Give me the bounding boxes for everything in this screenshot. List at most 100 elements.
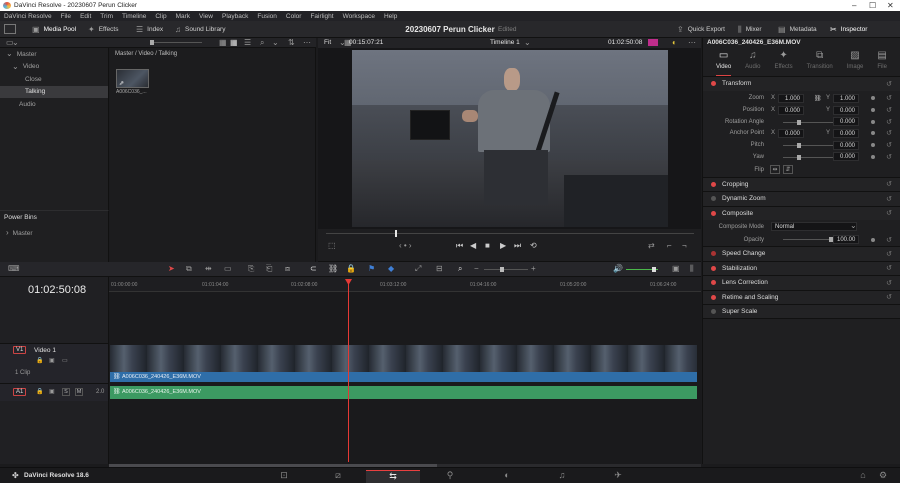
video-clip-label[interactable]: ⛓ A006C036_240426_E36M.MOV [110, 372, 697, 382]
volume-slider[interactable] [626, 267, 658, 272]
reset-icon[interactable]: ↺ [886, 180, 892, 188]
menu-item-davinci-resolve[interactable]: DaVinci Resolve [4, 13, 52, 20]
composite-mode-dropdown[interactable]: Normal [771, 222, 857, 232]
tab-effects[interactable]: ✦ Effects [774, 51, 792, 76]
menu-item-file[interactable]: File [61, 13, 71, 20]
track-name-v1[interactable]: Video 1 [34, 347, 56, 354]
grid-view-icon[interactable]: ▦ [230, 39, 238, 47]
out-point-icon[interactable]: ¬ [682, 242, 687, 250]
bin-talking[interactable]: Talking [0, 85, 108, 98]
flip-horizontal-icon[interactable]: ⇹ [770, 164, 780, 174]
video-frame[interactable] [352, 50, 668, 227]
volume-icon[interactable]: 🔊 [613, 265, 623, 273]
dim-icon[interactable]: ▣ [672, 265, 680, 273]
thumbnail-size-slider[interactable] [150, 40, 202, 45]
insert-clip-icon[interactable]: ⎘ [248, 265, 254, 273]
section-retime-scaling[interactable]: Retime and Scaling ↺ [703, 289, 900, 305]
chevron-down-icon[interactable]: ⌄ [850, 222, 857, 230]
enable-toggle-icon[interactable] [711, 210, 716, 216]
reset-icon[interactable]: ↺ [886, 118, 892, 126]
reset-icon[interactable]: ↺ [886, 250, 892, 258]
menu-item-view[interactable]: View [199, 13, 213, 20]
reset-icon[interactable]: ↺ [886, 209, 892, 217]
zoom-y-field[interactable]: 1.000 [833, 93, 859, 103]
reset-icon[interactable]: ↺ [886, 129, 892, 137]
tab-audio[interactable]: ♫ Audio [745, 51, 760, 76]
playhead[interactable] [348, 280, 349, 462]
menu-item-help[interactable]: Help [384, 13, 397, 20]
enable-toggle-icon[interactable] [711, 181, 716, 187]
tab-image[interactable]: ▨ Image [847, 51, 864, 76]
fairlight-page-icon[interactable]: ♫ [549, 470, 575, 480]
section-composite[interactable]: Composite ↺ [703, 205, 900, 221]
zoom-full-icon[interactable]: ⤢ [415, 265, 421, 273]
cut-page-icon[interactable]: ⧄ [325, 470, 351, 481]
yaw-field[interactable]: 0.000 [833, 152, 859, 162]
position-y-field[interactable]: 0.000 [833, 105, 859, 115]
trim-tool-icon[interactable]: ⧉ [186, 265, 192, 273]
menu-item-workspace[interactable]: Workspace [343, 13, 375, 20]
zoom-detail-icon[interactable]: ⊟ [436, 265, 443, 273]
search-icon[interactable]: ⌕ [260, 39, 264, 47]
minimize-icon[interactable]: – [852, 1, 856, 10]
dynamic-trim-icon[interactable]: ⇹ [205, 265, 212, 273]
section-super-scale[interactable]: Super Scale [703, 304, 900, 319]
section-speed-change[interactable]: Speed Change ↺ [703, 246, 900, 261]
bin-close[interactable]: Close [0, 73, 108, 86]
timeline-name[interactable]: Timeline 1 [490, 39, 520, 46]
audio-meter-icon[interactable]: ⫼ [690, 265, 694, 273]
quick-export-button[interactable]: ⇪ Quick Export [677, 24, 725, 35]
reset-icon[interactable]: ↺ [886, 80, 892, 88]
flip-vertical-icon[interactable]: ⇵ [783, 164, 793, 174]
section-cropping[interactable]: Cropping ↺ [703, 176, 900, 192]
section-stabilization[interactable]: Stabilization ↺ [703, 260, 900, 276]
play-reverse-icon[interactable]: ◀ [470, 242, 476, 250]
loop-icon[interactable]: ⟲ [530, 242, 537, 250]
blade-tool-icon[interactable]: ▭ [224, 265, 232, 273]
bin-audio[interactable]: Audio [0, 98, 108, 111]
enable-toggle-icon[interactable] [711, 251, 716, 257]
play-icon[interactable]: ▶ [500, 242, 506, 250]
chevron-down-icon[interactable]: ⌄ [272, 39, 279, 47]
power-bin-master[interactable]: › Master [0, 227, 108, 240]
overwrite-clip-icon[interactable]: ⎗ [266, 265, 272, 273]
zoom-fit-dropdown[interactable]: Fit [324, 39, 331, 46]
menu-item-trim[interactable]: Trim [100, 13, 113, 20]
menu-item-mark[interactable]: Mark [176, 13, 190, 20]
reset-icon[interactable]: ↺ [886, 94, 892, 102]
bin-video[interactable]: ⌄ Video [0, 61, 108, 74]
menu-item-fairlight[interactable]: Fairlight [310, 13, 333, 20]
mute-button[interactable]: M [75, 388, 83, 396]
list-view-icon[interactable]: ☰ [244, 39, 251, 47]
marker-icon[interactable]: ◆ [388, 265, 394, 273]
snapping-icon[interactable]: ⊂ [310, 265, 317, 273]
zoom-x-field[interactable]: 1.000 [778, 93, 804, 103]
options-icon[interactable]: ⋯ [303, 39, 311, 47]
timeline-zoom-slider[interactable] [484, 267, 528, 272]
section-transform[interactable]: Transform ↺ [703, 76, 900, 91]
keyframe-icon[interactable] [871, 108, 875, 113]
section-dynamic-zoom[interactable]: Dynamic Zoom ↺ [703, 191, 900, 206]
keyframe-icon[interactable] [871, 237, 875, 242]
reset-icon[interactable]: ↺ [886, 279, 892, 287]
sort-icon[interactable]: ⇅ [288, 39, 295, 47]
tab-file[interactable]: ▤ File [877, 51, 887, 76]
flag-icon[interactable]: ⚑ [368, 265, 375, 273]
safe-area-icon[interactable]: ⬚ [328, 242, 336, 250]
anchor-x-field[interactable]: 0.000 [778, 128, 804, 138]
menu-item-edit[interactable]: Edit [80, 13, 91, 20]
video-clip-thumbnails[interactable] [110, 345, 697, 372]
keyframe-icon[interactable] [871, 131, 875, 136]
chevron-down-icon[interactable]: ⌄ [12, 39, 19, 47]
lock-icon[interactable]: 🔒 [346, 265, 356, 273]
close-icon[interactable]: ✕ [887, 1, 894, 10]
skip-start-icon[interactable]: ⏮ [456, 242, 463, 250]
reset-icon[interactable]: ↺ [886, 236, 892, 244]
jog-icon[interactable]: ‹ • › [399, 242, 412, 250]
stop-icon[interactable]: ■ [485, 242, 490, 250]
menu-item-color[interactable]: Color [286, 13, 302, 20]
reset-icon[interactable]: ↺ [886, 293, 892, 301]
tab-video[interactable]: ▭ Video [715, 51, 732, 76]
auto-select-icon[interactable]: ▣ [49, 358, 55, 364]
link-icon[interactable]: ⛓ [814, 95, 822, 102]
